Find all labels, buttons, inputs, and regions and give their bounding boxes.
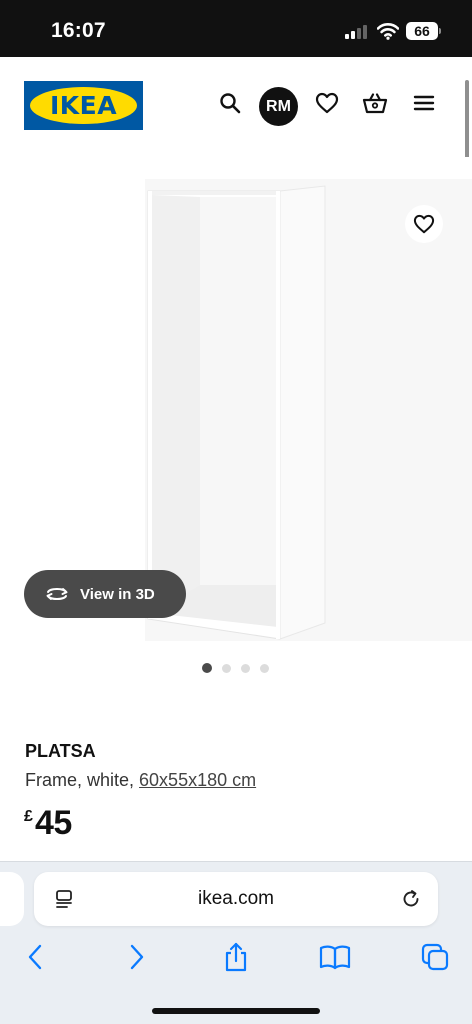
ikea-logo[interactable]: IKEA <box>24 81 143 130</box>
pagination-dot[interactable] <box>241 664 250 673</box>
url-text[interactable]: ikea.com <box>34 872 438 926</box>
view-in-3d-label: View in 3D <box>80 585 155 603</box>
browser-toolbar: ikea.com <box>0 861 472 1024</box>
product-description: Frame, white, 60x55x180 cm <box>25 770 256 791</box>
status-time: 16:07 <box>51 19 106 42</box>
product-dimensions-link[interactable]: 60x55x180 cm <box>139 770 256 790</box>
pagination-dot[interactable] <box>222 664 231 673</box>
status-bar: 16:07 66 <box>0 0 472 57</box>
cellular-signal-icon <box>345 25 369 39</box>
battery-tip <box>439 28 441 34</box>
wifi-icon <box>376 22 400 40</box>
image-pagination-dots[interactable] <box>0 663 472 675</box>
address-bar[interactable]: ikea.com <box>34 872 438 926</box>
product-description-text: Frame, white, <box>25 770 140 790</box>
save-to-favourites-button[interactable] <box>405 205 443 243</box>
basket-icon[interactable] <box>359 87 391 119</box>
bookmarks-icon[interactable] <box>318 942 352 972</box>
reload-icon[interactable] <box>400 888 422 910</box>
pagination-dot[interactable] <box>202 663 212 673</box>
view-in-3d-button[interactable]: View in 3D <box>24 570 186 618</box>
search-icon[interactable] <box>214 87 246 119</box>
tabs-icon[interactable] <box>420 942 450 972</box>
share-icon[interactable] <box>221 942 251 972</box>
back-icon[interactable] <box>20 942 50 972</box>
price-value: 45 <box>35 804 72 842</box>
product-name: PLATSA <box>25 741 96 761</box>
home-indicator[interactable] <box>152 1008 320 1014</box>
price-currency: £ <box>24 808 33 825</box>
forward-icon[interactable] <box>122 942 152 972</box>
site-header: IKEA RM <box>0 57 472 157</box>
previous-tab-preview[interactable] <box>0 872 24 926</box>
account-avatar[interactable]: RM <box>259 87 298 126</box>
heart-icon <box>413 214 435 234</box>
logo-text: IKEA <box>49 91 118 120</box>
heart-icon[interactable] <box>311 87 343 119</box>
pagination-dot[interactable] <box>260 664 269 673</box>
menu-icon[interactable] <box>408 87 440 119</box>
product-gallery[interactable]: View in 3D <box>0 157 472 647</box>
rotate-3d-icon <box>46 588 68 600</box>
battery-icon: 66 <box>406 22 438 40</box>
